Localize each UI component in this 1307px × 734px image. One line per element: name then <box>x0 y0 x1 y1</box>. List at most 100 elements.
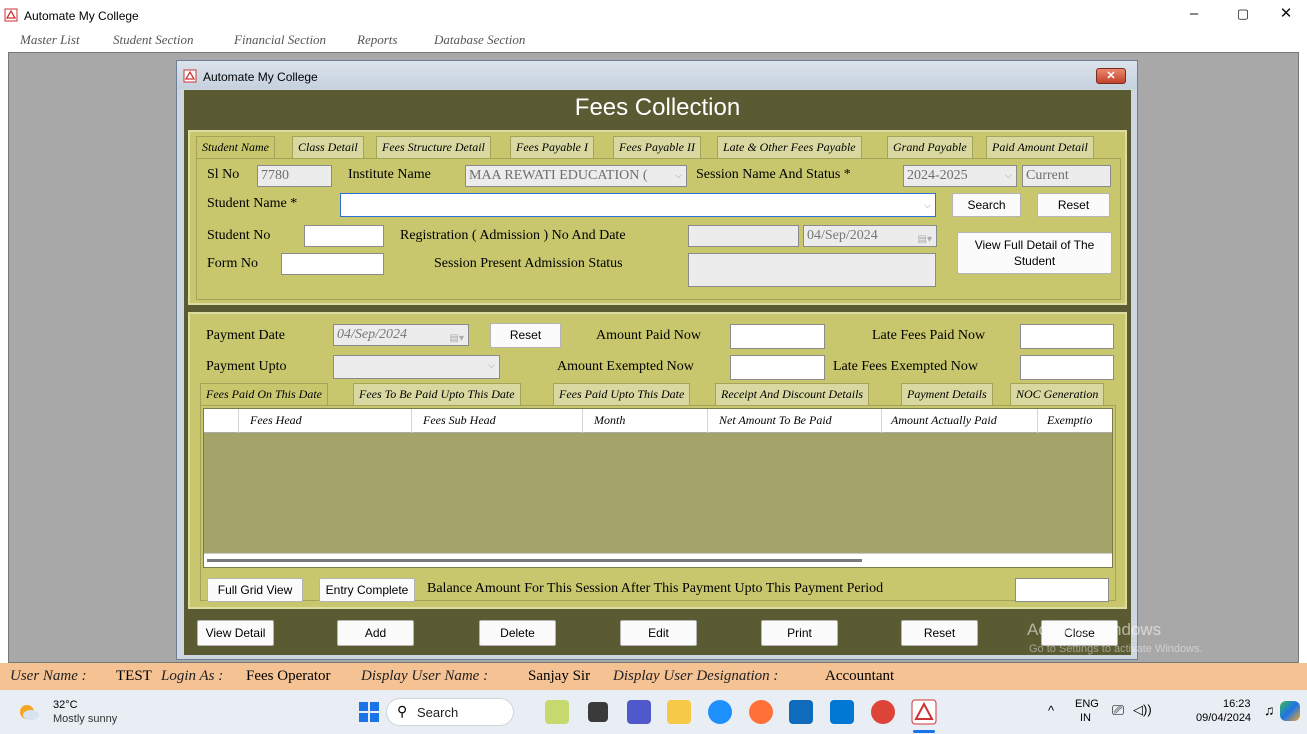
tab-fees-to-be-paid[interactable]: Fees To Be Paid Upto This Date <box>353 383 521 405</box>
tab-fees-payable-1[interactable]: Fees Payable I <box>510 136 594 158</box>
network-icon[interactable]: ⎚ <box>1112 702 1124 719</box>
sl-no-field[interactable]: 7780 <box>257 165 332 187</box>
sl-no-label: Sl No <box>207 167 240 182</box>
tab-fees-payable-2[interactable]: Fees Payable II <box>613 136 701 158</box>
view-full-detail-button[interactable]: View Full Detail of The Student <box>957 232 1112 274</box>
clock-date[interactable]: 09/04/2024 <box>1196 712 1251 724</box>
ms-store-icon[interactable] <box>789 700 813 724</box>
grid-tabs: Fees Paid On This Date Fees To Be Paid U… <box>200 383 1116 406</box>
menu-master-list[interactable]: Master List <box>20 32 80 48</box>
volume-icon[interactable]: ◁)) <box>1133 702 1152 718</box>
reset-button[interactable]: Reset <box>901 620 978 646</box>
language-line-1[interactable]: ENG <box>1075 698 1099 710</box>
col-net-amount[interactable]: Net Amount To Be Paid <box>719 413 832 428</box>
fees-grid[interactable]: Fees Head Fees Sub Head Month Net Amount… <box>203 408 1113 568</box>
chevron-up-icon[interactable]: ^ <box>1048 703 1054 718</box>
windows-start-icon[interactable] <box>358 701 380 723</box>
student-name-select[interactable]: ⌵ <box>340 193 936 217</box>
tab-noc-generation[interactable]: NOC Generation <box>1010 383 1105 405</box>
student-no-field[interactable] <box>304 225 384 247</box>
reset-student-button[interactable]: Reset <box>1037 193 1110 217</box>
registration-date-field[interactable]: 04/Sep/2024 ▤▾ <box>803 225 937 247</box>
login-as-value: Fees Operator <box>246 668 331 684</box>
scrollbar-thumb[interactable] <box>207 559 862 562</box>
payment-date-value: 04/Sep/2024 <box>337 327 407 342</box>
activate-windows-subtext: Go to Settings to activate Windows. <box>1029 643 1203 655</box>
full-grid-view-button[interactable]: Full Grid View <box>207 578 303 602</box>
app-titlebar: Automate My College – ▢ ✕ <box>0 0 1307 30</box>
amount-paid-now-field[interactable] <box>730 324 825 349</box>
col-fees-head[interactable]: Fees Head <box>250 413 302 428</box>
copilot-icon[interactable] <box>1280 701 1300 721</box>
late-fees-paid-now-field[interactable] <box>1020 324 1114 349</box>
firefox-icon[interactable] <box>749 700 773 724</box>
tab-class-detail[interactable]: Class Detail <box>292 136 364 158</box>
widget-app-icon[interactable] <box>545 700 569 724</box>
menu-student-section[interactable]: Student Section <box>113 32 194 48</box>
col-month[interactable]: Month <box>594 413 625 428</box>
weather-sun-icon[interactable] <box>18 701 40 723</box>
registration-no-field[interactable] <box>688 225 799 247</box>
admission-status-field[interactable] <box>688 253 936 287</box>
add-button[interactable]: Add <box>337 620 414 646</box>
maximize-button[interactable]: ▢ <box>1229 4 1257 24</box>
edit-button[interactable]: Edit <box>620 620 697 646</box>
session-status-field[interactable]: Current <box>1022 165 1111 187</box>
search-icon: ⚲ <box>397 703 408 719</box>
language-line-2[interactable]: IN <box>1080 712 1091 724</box>
balance-field[interactable] <box>1015 578 1109 602</box>
activate-windows-watermark: Activate Windows <box>1027 620 1162 639</box>
tab-fees-paid-on-date[interactable]: Fees Paid On This Date <box>200 383 328 406</box>
delete-button[interactable]: Delete <box>479 620 556 646</box>
registration-date-value: 04/Sep/2024 <box>807 228 878 243</box>
clock-time[interactable]: 16:23 <box>1223 698 1251 710</box>
tab-late-other-fees[interactable]: Late & Other Fees Payable <box>717 136 862 158</box>
user-status-bar: User Name : TEST Login As : Fees Operato… <box>0 663 1307 690</box>
payment-date-field[interactable]: 04/Sep/2024 ▤▾ <box>333 324 469 346</box>
tab-grand-payable[interactable]: Grand Payable <box>887 136 973 158</box>
chrome-icon[interactable] <box>871 700 895 724</box>
tab-payment-details[interactable]: Payment Details <box>901 383 993 405</box>
tab-fees-structure-detail[interactable]: Fees Structure Detail <box>376 136 491 158</box>
admission-status-label: Session Present Admission Status <box>434 256 623 271</box>
col-fees-sub-head[interactable]: Fees Sub Head <box>423 413 496 428</box>
window-close-button[interactable]: ✕ <box>1096 68 1126 84</box>
amount-exempted-now-field[interactable] <box>730 355 825 380</box>
session-label: Session Name And Status * <box>696 167 851 182</box>
print-button[interactable]: Print <box>761 620 838 646</box>
taskbar-search-box[interactable]: ⚲ Search <box>386 698 514 726</box>
col-amount-actually-paid[interactable]: Amount Actually Paid <box>891 413 997 428</box>
display-name-label: Display User Name : <box>361 668 489 684</box>
payment-upto-label: Payment Upto <box>206 359 287 374</box>
edge-browser-icon[interactable] <box>708 700 732 724</box>
menu-database-section[interactable]: Database Section <box>434 32 525 48</box>
minimize-button[interactable]: – <box>1180 4 1208 24</box>
session-select[interactable]: 2024-2025 ⌵ <box>903 165 1017 187</box>
late-fees-exempted-now-field[interactable] <box>1020 355 1114 380</box>
view-detail-button[interactable]: View Detail <box>197 620 274 646</box>
entry-complete-button[interactable]: Entry Complete <box>319 578 415 602</box>
notification-bell-icon[interactable]: ♫ <box>1264 702 1275 718</box>
mail-icon[interactable] <box>830 700 854 724</box>
menu-financial-section[interactable]: Financial Section <box>234 32 326 48</box>
grid-horizontal-scrollbar[interactable] <box>204 553 1112 567</box>
automate-college-app-icon[interactable] <box>911 699 937 725</box>
institute-select[interactable]: MAA REWATI EDUCATION ( ⌵ <box>465 165 687 187</box>
menu-reports[interactable]: Reports <box>357 32 397 48</box>
close-button[interactable]: ✕ <box>1272 4 1300 24</box>
taskbar-search-placeholder: Search <box>417 705 459 720</box>
file-explorer-icon[interactable] <box>667 700 691 724</box>
tab-receipt-discount[interactable]: Receipt And Discount Details <box>715 383 870 405</box>
search-button[interactable]: Search <box>952 193 1021 217</box>
teams-icon[interactable] <box>627 700 651 724</box>
payment-reset-button[interactable]: Reset <box>490 323 561 348</box>
action-bar: View Detail Add Delete Edit Print Reset … <box>184 610 1131 655</box>
tab-paid-amount-detail[interactable]: Paid Amount Detail <box>986 136 1094 158</box>
col-exemption[interactable]: Exemptio <box>1047 413 1092 428</box>
tab-student-name[interactable]: Student Name <box>196 136 275 159</box>
form-no-field[interactable] <box>281 253 384 275</box>
tab-fees-paid-upto[interactable]: Fees Paid Upto This Date <box>553 383 691 405</box>
task-view-icon[interactable] <box>588 702 608 722</box>
payment-upto-select[interactable]: ⌵ <box>333 355 500 379</box>
student-tab-content: Sl No 7780 Institute Name MAA REWATI EDU… <box>196 158 1121 300</box>
